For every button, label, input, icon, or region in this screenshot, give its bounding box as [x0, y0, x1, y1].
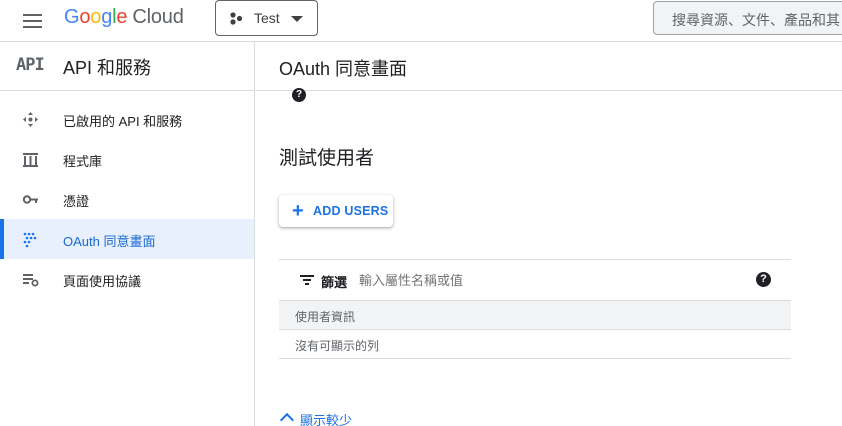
sidebar: API API 和服務 已啟用的 API 和服務 程式庫 憑證 OAuth 同意… — [0, 42, 255, 426]
sidebar-item-enabled-apis[interactable]: 已啟用的 API 和服務 — [0, 99, 254, 139]
google-cloud-logo[interactable]: Google Cloud — [64, 6, 184, 29]
table-empty-row: 沒有可顯示的列 — [279, 330, 791, 359]
help-icon[interactable]: ? — [292, 88, 306, 102]
sidebar-item-label: 憑證 — [63, 194, 90, 209]
test-users-heading: 測試使用者 — [279, 148, 375, 169]
search-input[interactable]: 搜尋資源、文件、產品和其 — [653, 1, 842, 35]
test-users-table: 篩選 ? 使用者資訊 沒有可顯示的列 — [279, 259, 791, 359]
help-icon[interactable]: ? — [756, 272, 771, 287]
page-header: OAuth 同意畫面 — [256, 42, 842, 91]
main-menu-icon[interactable] — [20, 9, 46, 33]
api-badge-icon: API — [16, 55, 45, 75]
filter-input[interactable] — [359, 273, 719, 288]
key-icon — [22, 195, 38, 204]
search-placeholder: 搜尋資源、文件、產品和其 — [672, 12, 840, 28]
empty-state-text: 沒有可顯示的列 — [295, 339, 380, 353]
sidebar-header: API API 和服務 — [0, 42, 254, 91]
oauth-consent-icon — [23, 232, 37, 248]
filter-icon[interactable] — [300, 275, 314, 285]
chevron-down-icon — [291, 16, 303, 22]
sidebar-item-oauth-consent[interactable]: OAuth 同意畫面 — [0, 219, 254, 259]
sidebar-item-label: OAuth 同意畫面 — [63, 234, 156, 249]
sidebar-item-page-usage[interactable]: 頁面使用協議 — [0, 259, 254, 299]
add-users-label: ADD USERS — [313, 204, 389, 218]
chevron-up-icon — [279, 412, 295, 426]
show-less-label: 顯示較少 — [300, 413, 353, 426]
sidebar-item-library[interactable]: 程式庫 — [0, 139, 254, 179]
library-icon — [23, 153, 38, 167]
sidebar-title: API 和服務 — [63, 58, 152, 78]
add-users-button[interactable]: + ADD USERS — [279, 195, 393, 227]
page-title: OAuth 同意畫面 — [279, 59, 408, 79]
sidebar-item-credentials[interactable]: 憑證 — [0, 179, 254, 219]
filter-bar: 篩選 ? — [279, 260, 791, 301]
project-icon — [230, 12, 243, 25]
project-selector-button[interactable]: Test — [215, 0, 318, 36]
sidebar-item-label: 程式庫 — [63, 154, 103, 169]
project-name: Test — [254, 10, 280, 26]
table-column-header: 使用者資訊 — [279, 301, 791, 330]
filter-label: 篩選 — [321, 275, 348, 290]
column-header-user-info[interactable]: 使用者資訊 — [295, 308, 355, 325]
top-bar: Google Cloud Test 搜尋資源、文件、產品和其 — [0, 0, 842, 42]
sidebar-item-label: 已啟用的 API 和服務 — [63, 114, 183, 129]
page-usage-icon — [23, 274, 39, 287]
sidebar-item-label: 頁面使用協議 — [63, 274, 142, 289]
plus-icon: + — [292, 200, 304, 222]
api-services-icon — [23, 112, 38, 127]
